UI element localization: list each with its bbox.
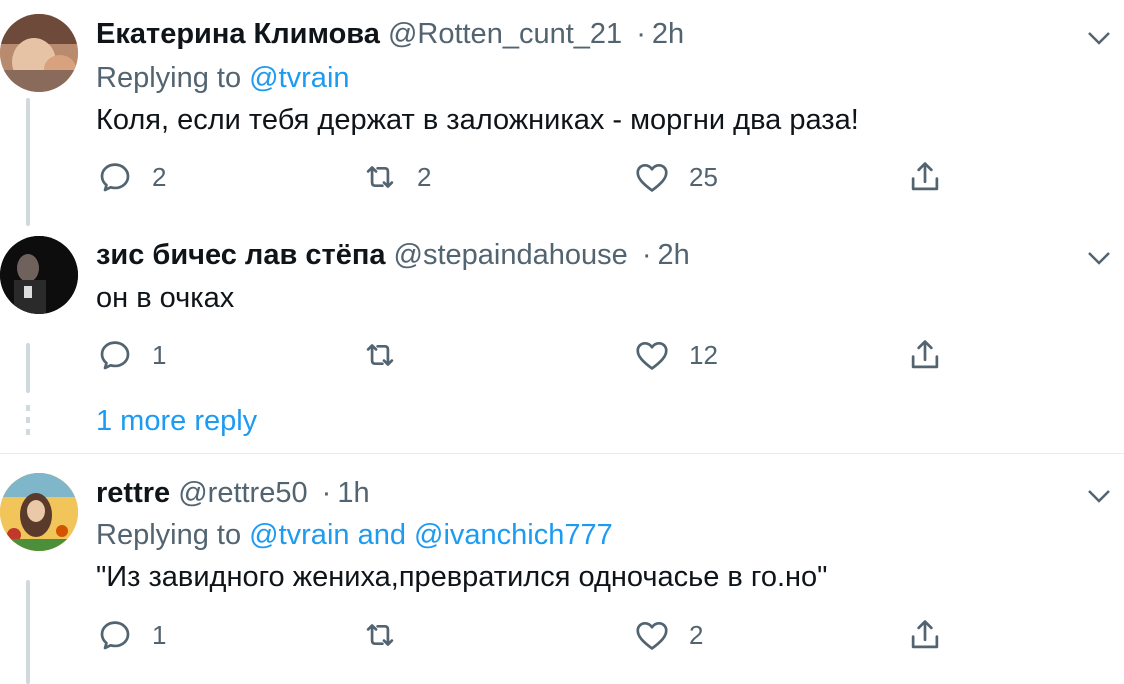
separator: · bbox=[636, 18, 646, 50]
share-icon bbox=[911, 162, 939, 191]
divider bbox=[0, 453, 1124, 454]
avatar[interactable] bbox=[0, 473, 78, 551]
user-handle[interactable]: @stepaindahouse bbox=[394, 239, 628, 271]
avatar-image bbox=[0, 473, 78, 551]
avatar-image bbox=[0, 14, 78, 92]
thread-line bbox=[26, 343, 30, 393]
tweet-actions: 2 2 25 bbox=[96, 155, 956, 199]
retweet-button[interactable] bbox=[361, 613, 417, 657]
tweet-actions: 1 2 bbox=[96, 613, 956, 657]
like-icon bbox=[636, 163, 668, 192]
like-count: 12 bbox=[689, 339, 718, 370]
separator: · bbox=[641, 239, 652, 271]
like-button[interactable]: 25 bbox=[633, 155, 718, 199]
avatar-image bbox=[0, 236, 78, 314]
retweet-icon bbox=[366, 624, 394, 646]
thread-dotted-line bbox=[26, 405, 30, 441]
reply-icon bbox=[100, 341, 130, 370]
retweet-icon bbox=[366, 344, 394, 366]
tweet-header: Екатерина Климова @Rotten_cunt_21 · 2h bbox=[96, 18, 684, 51]
more-replies-link[interactable]: 1 more reply bbox=[96, 405, 257, 438]
tweet-text: он в очках bbox=[96, 282, 235, 314]
reply-button[interactable]: 1 bbox=[96, 613, 166, 657]
like-count: 2 bbox=[689, 619, 704, 650]
user-handle[interactable]: @Rotten_cunt_21 bbox=[388, 18, 622, 50]
reply-count: 1 bbox=[152, 339, 167, 370]
tweet-actions: 1 12 bbox=[96, 333, 956, 377]
thread-line bbox=[26, 580, 30, 684]
avatar[interactable] bbox=[0, 236, 78, 314]
chevron-down-icon[interactable] bbox=[1086, 486, 1112, 506]
replying-to: Replying to @tvrain bbox=[96, 62, 350, 95]
reply-icon bbox=[100, 163, 130, 192]
reply-button[interactable]: 1 bbox=[96, 333, 166, 377]
timestamp[interactable]: 1h bbox=[337, 477, 369, 509]
retweet-count: 2 bbox=[417, 161, 432, 192]
tweet-text: Коля, если тебя держат в заложниках - мо… bbox=[96, 104, 859, 136]
tweet-header: зис бичес лав стёпа @stepaindahouse · 2h bbox=[96, 239, 690, 272]
display-name[interactable]: зис бичес лав стёпа bbox=[96, 239, 385, 271]
share-button[interactable] bbox=[906, 333, 944, 377]
like-button[interactable]: 12 bbox=[633, 333, 718, 377]
reply-icon bbox=[100, 621, 130, 650]
like-button[interactable]: 2 bbox=[633, 613, 703, 657]
retweet-button[interactable]: 2 bbox=[361, 155, 431, 199]
display-name[interactable]: Екатерина Климова bbox=[96, 18, 380, 50]
thread-line bbox=[26, 98, 30, 226]
reply-count: 2 bbox=[152, 161, 167, 192]
chevron-down-icon[interactable] bbox=[1086, 248, 1112, 268]
retweet-icon bbox=[366, 166, 394, 188]
reply-button[interactable]: 2 bbox=[96, 155, 166, 199]
share-button[interactable] bbox=[906, 155, 944, 199]
retweet-button[interactable] bbox=[361, 333, 417, 377]
avatar[interactable] bbox=[0, 14, 78, 92]
share-icon bbox=[911, 340, 939, 369]
replying-label: Replying to bbox=[96, 519, 242, 551]
display-name[interactable]: rettre bbox=[96, 477, 170, 509]
like-icon bbox=[636, 621, 668, 650]
timestamp[interactable]: 2h bbox=[652, 18, 684, 50]
replying-to: Replying to @tvrain and @ivanchich777 bbox=[96, 519, 613, 552]
separator: · bbox=[321, 477, 332, 509]
reply-count: 1 bbox=[152, 619, 167, 650]
chevron-down-icon[interactable] bbox=[1086, 28, 1112, 48]
tweet-header: rettre @rettre50 · 1h bbox=[96, 477, 370, 510]
like-count: 25 bbox=[689, 161, 718, 192]
timestamp[interactable]: 2h bbox=[658, 239, 690, 271]
share-button[interactable] bbox=[906, 613, 944, 657]
tweet-text: "Из завидного жениха,превратился одночас… bbox=[96, 561, 828, 593]
replying-users-link[interactable]: @tvrain bbox=[249, 62, 349, 94]
replying-label: Replying to bbox=[96, 62, 242, 94]
replying-users-link[interactable]: @tvrain and @ivanchich777 bbox=[249, 519, 613, 551]
user-handle[interactable]: @rettre50 bbox=[178, 477, 307, 509]
like-icon bbox=[636, 341, 668, 370]
share-icon bbox=[911, 620, 939, 649]
